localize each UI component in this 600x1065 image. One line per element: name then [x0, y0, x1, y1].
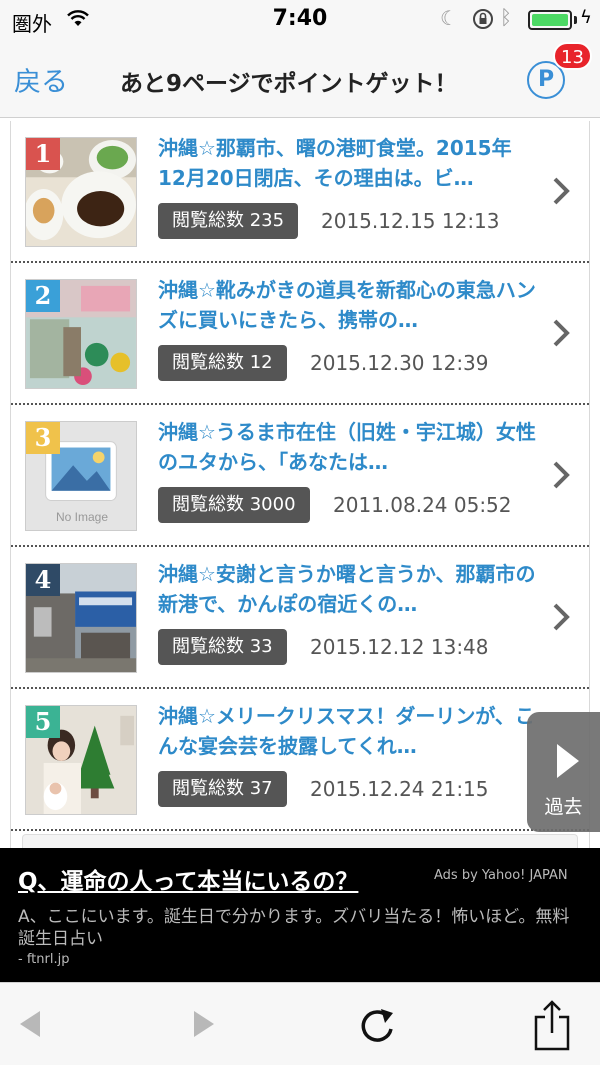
article-thumbnail: 1 [25, 137, 137, 247]
chevron-right-icon [553, 461, 570, 489]
article-thumbnail: 4 [25, 563, 137, 673]
chevron-right-icon [553, 603, 570, 631]
charging-icon: ϟ [580, 7, 592, 28]
ad-attribution[interactable]: Ads by Yahoo! JAPAN [434, 868, 568, 883]
battery-tip [574, 16, 577, 24]
rank-badge: 5 [26, 706, 60, 738]
view-count-badge: 閲覧総数 37 [158, 771, 287, 807]
article-item[interactable]: 2 沖縄☆靴みがきの道具を新都心の東急ハンズに買いにきたら、携帯の… 閲覧総数 … [11, 263, 589, 405]
article-title[interactable]: 沖縄☆靴みがきの道具を新都心の東急ハンズに買いにきたら、携帯の… [158, 275, 538, 335]
article-item[interactable]: 1 沖縄☆那覇市、曙の港町食堂。2015年12月20日閉店、その理由は。ビ… 閲… [11, 121, 589, 263]
bluetooth-icon: ᛒ [500, 5, 512, 29]
past-tab-button[interactable]: 過去 [527, 712, 600, 832]
ad-domain: - ftnrl.jp [18, 952, 70, 967]
article-date: 2015.12.30 12:39 [310, 351, 489, 375]
nav-bar: 戻る あと9ページでポイントゲット！ P 13 [0, 40, 600, 118]
ad-card-edge [22, 834, 578, 848]
view-count-badge: 閲覧総数 3000 [158, 487, 310, 523]
back-button[interactable]: 戻る [14, 60, 68, 99]
article-title[interactable]: 沖縄☆メリークリスマス！ダーリンが、こんな宴会芸を披露してくれ… [158, 701, 538, 761]
battery-level [532, 14, 568, 26]
chevron-right-icon [553, 319, 570, 347]
browser-toolbar [0, 982, 600, 1065]
article-date: 2015.12.24 21:15 [310, 777, 489, 801]
rank-badge: 3 [26, 422, 60, 454]
orientation-lock-icon [473, 9, 493, 29]
ad-body-text: A、ここにいます。誕生日で分かります。ズバリ当たる！怖いほど。無料誕生日占い [18, 907, 570, 949]
view-count-badge: 閲覧総数 235 [158, 203, 299, 239]
article-item[interactable]: 4 沖縄☆安謝と言うか曙と言うか、那覇市の新港で、かんぽの宿近くの… 閲覧総数 … [11, 547, 589, 689]
reload-icon[interactable] [357, 1003, 397, 1047]
point-badge: 13 [553, 42, 592, 70]
article-title[interactable]: 沖縄☆安謝と言うか曙と言うか、那覇市の新港で、かんぽの宿近くの… [158, 559, 538, 619]
view-count-badge: 閲覧総数 33 [158, 629, 287, 665]
article-thumbnail: 2 [25, 279, 137, 389]
share-icon[interactable] [532, 999, 572, 1051]
article-date: 2015.12.12 13:48 [310, 635, 489, 659]
forward-arrow-icon[interactable] [192, 1009, 216, 1039]
article-item[interactable]: 3 No Image 沖縄☆うるま市在住（旧姓・宇江城）女性のユタから、「あなた… [11, 405, 589, 547]
past-tab-label: 過去 [544, 796, 583, 818]
no-image-caption: No Image [55, 510, 109, 524]
view-count-badge: 閲覧総数 12 [158, 345, 287, 381]
status-bar: 圏外 7:40 ☾ ᛒ ϟ [0, 0, 600, 40]
rank-badge: 2 [26, 280, 60, 312]
article-title[interactable]: 沖縄☆うるま市在住（旧姓・宇江城）女性のユタから、「あなたは… [158, 417, 538, 477]
moon-icon: ☾ [440, 6, 458, 30]
ad-title-link[interactable]: Q、運命の人って本当にいるの？ [18, 862, 358, 896]
ad-banner[interactable]: Q、運命の人って本当にいるの？ Ads by Yahoo! JAPAN A、ここ… [0, 848, 600, 982]
page-title: あと9ページでポイントゲット！ [120, 71, 458, 97]
back-arrow-icon[interactable] [18, 1009, 42, 1039]
play-arrow-icon [557, 744, 579, 778]
article-date: 2015.12.15 12:13 [321, 209, 500, 233]
article-title[interactable]: 沖縄☆那覇市、曙の港町食堂。2015年12月20日閉店、その理由は。ビ… [158, 133, 538, 193]
article-date: 2011.08.24 05:52 [333, 493, 512, 517]
rank-badge: 1 [26, 138, 60, 170]
article-thumbnail: 5 [25, 705, 137, 815]
article-thumbnail: 3 No Image [25, 421, 137, 531]
article-list: 1 沖縄☆那覇市、曙の港町食堂。2015年12月20日閉店、その理由は。ビ… 閲… [10, 121, 590, 848]
chevron-right-icon [553, 177, 570, 205]
article-item[interactable]: 5 沖縄☆メリークリスマス！ダーリンが、こんな宴会芸を披露してくれ… 閲覧総数 … [11, 689, 589, 831]
battery-icon [528, 10, 572, 30]
rank-badge: 4 [26, 564, 60, 596]
